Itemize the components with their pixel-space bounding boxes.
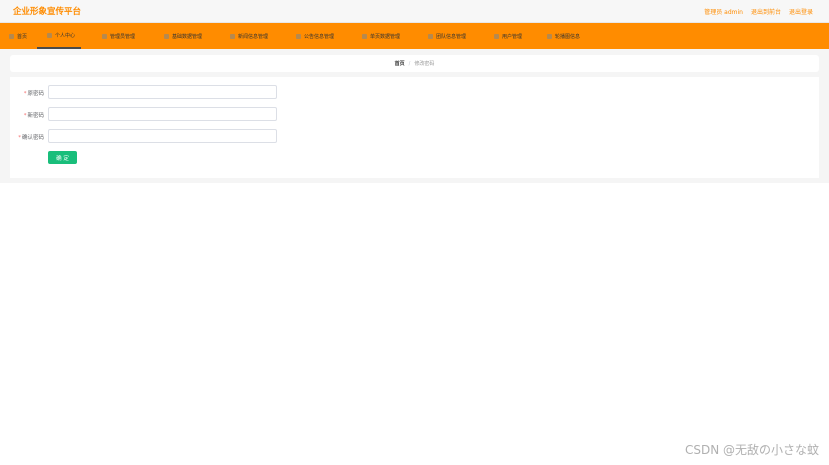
user-icon — [47, 32, 52, 38]
required-mark: * — [18, 135, 21, 141]
users-icon — [494, 33, 499, 39]
nav-item-admin-management[interactable]: 管理员管理 — [102, 23, 135, 49]
watermark: CSDN @无敌の小さな蚊 — [684, 443, 819, 457]
nav-item-label: 新闻信息管理 — [238, 33, 269, 40]
nav-item-user-management[interactable]: 用户管理 — [494, 23, 522, 49]
nav-item-label: 个人中心 — [55, 32, 76, 39]
nav-item-label: 公告信息管理 — [304, 33, 335, 40]
nav-item-single-page-management[interactable]: 单页数据管理 — [362, 23, 400, 49]
header-links: 管理员 admin 退出到前台 退出登录 — [704, 7, 813, 16]
new-password-label: *新密码 — [23, 113, 44, 119]
top-header: 企业形象宣传平台 管理员 admin 退出到前台 退出登录 — [0, 0, 829, 23]
nav-item-label: 管理员管理 — [110, 33, 136, 40]
nav-item-label: 首页 — [17, 33, 28, 40]
submit-button[interactable]: 确 定 — [48, 151, 77, 164]
nav-item-label: 基础数据管理 — [172, 33, 203, 40]
nav-item-news-management[interactable]: 新闻信息管理 — [230, 23, 268, 49]
data-icon — [164, 33, 169, 39]
nav-item-personal-center[interactable]: 个人中心 — [37, 23, 82, 49]
home-icon — [9, 33, 14, 39]
nav-item-label: 单页数据管理 — [370, 33, 401, 40]
nav-item-home[interactable]: 首页 — [9, 23, 27, 49]
nav-item-team-management[interactable]: 团队信息管理 — [428, 23, 466, 49]
notice-icon — [296, 33, 301, 39]
old-password-input[interactable] — [48, 85, 277, 99]
admin-user-link[interactable]: 管理员 admin — [704, 7, 743, 16]
old-password-label: *原密码 — [23, 91, 44, 97]
confirm-password-input[interactable] — [48, 129, 277, 143]
main-nav: 首页 个人中心 管理员管理 基础数据管理 新闻信息管理 公告信息管理 单页数据管… — [0, 23, 829, 49]
confirm-password-label: *确认密码 — [18, 135, 44, 141]
new-password-input[interactable] — [48, 107, 277, 121]
breadcrumb-home[interactable]: 首页 — [395, 60, 405, 67]
nav-item-label: 用户管理 — [502, 33, 523, 40]
nav-item-notice-management[interactable]: 公告信息管理 — [296, 23, 334, 49]
page-icon — [362, 33, 367, 39]
breadcrumb-current: 修改密码 — [414, 61, 435, 67]
admin-icon — [102, 33, 107, 39]
exit-to-frontend-link[interactable]: 退出到前台 — [751, 7, 781, 16]
nav-item-label: 轮播图信息 — [555, 33, 581, 40]
breadcrumb: 首页 / 修改密码 — [10, 55, 819, 72]
team-icon — [428, 33, 433, 39]
breadcrumb-separator: / — [408, 60, 411, 67]
nav-item-base-data-management[interactable]: 基础数据管理 — [164, 23, 202, 49]
image-icon — [547, 33, 552, 39]
logout-link[interactable]: 退出登录 — [789, 7, 813, 16]
nav-item-carousel[interactable]: 轮播图信息 — [547, 23, 580, 49]
news-icon — [230, 33, 235, 39]
site-title: 企业形象宣传平台 — [13, 7, 82, 17]
nav-item-label: 团队信息管理 — [436, 33, 467, 40]
